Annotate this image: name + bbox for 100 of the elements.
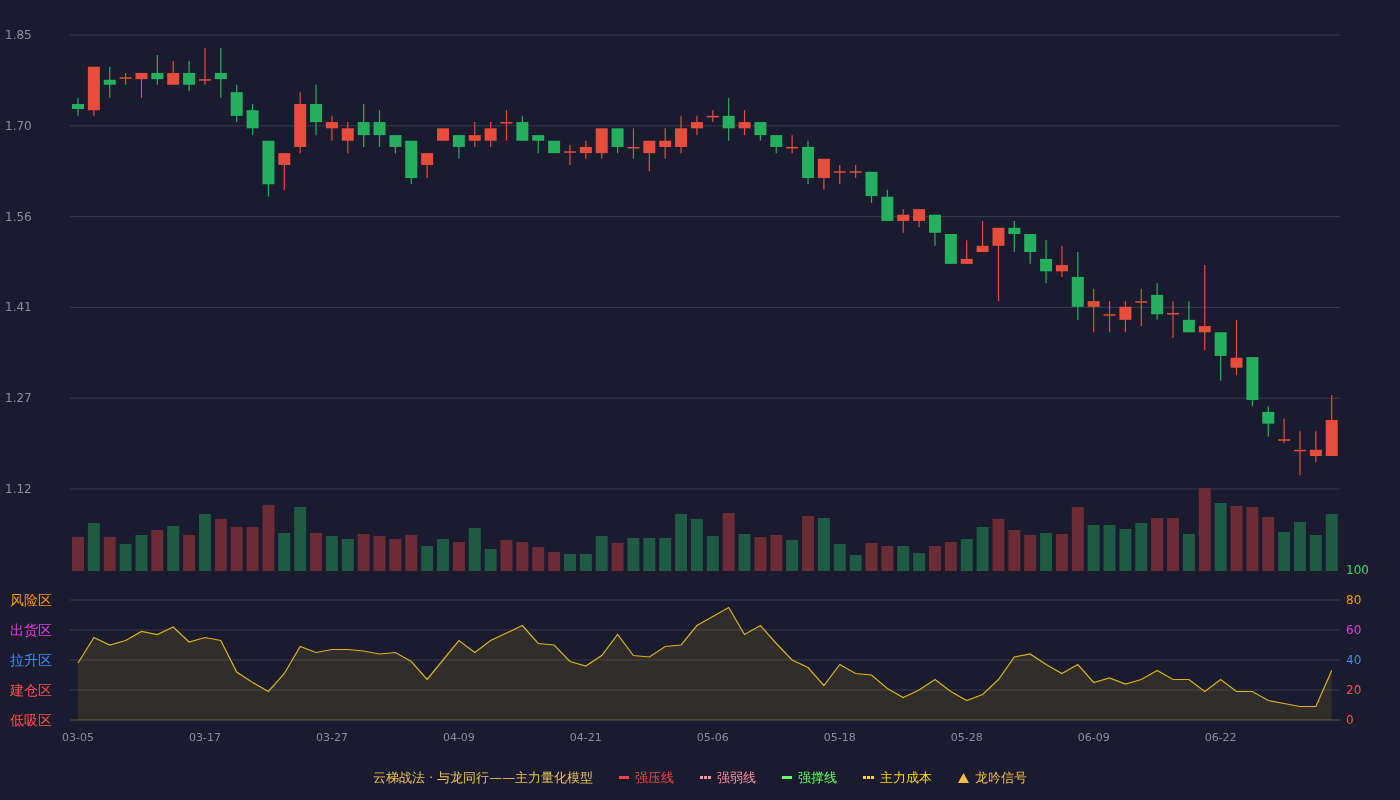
candlestick (929, 214, 941, 247)
candlestick (1294, 430, 1306, 476)
candlestick (183, 60, 196, 92)
volume-bar (357, 534, 370, 571)
volume-bar (103, 537, 116, 571)
volume-bar (643, 538, 656, 571)
candlestick (944, 233, 957, 265)
volume-bar (500, 540, 513, 571)
volume-bar (1167, 518, 1180, 571)
legend-label[interactable]: 强压线 (635, 768, 675, 787)
zone-label: 拉升区 (10, 652, 52, 668)
candlestick (341, 121, 354, 154)
volume-bar (1040, 533, 1053, 571)
volume-bar (944, 542, 957, 571)
candlestick (754, 121, 767, 142)
candlestick (1055, 245, 1068, 278)
volume-bar (659, 538, 672, 571)
axis-label: 05-18 (823, 731, 856, 744)
axis-label: 60 (1346, 623, 1362, 637)
volume-bar (627, 538, 640, 571)
legend-label[interactable]: 强撑线 (798, 768, 838, 787)
candlestick (849, 164, 862, 179)
volume-bar (579, 554, 592, 571)
candlestick (87, 66, 100, 117)
candlestick (389, 134, 402, 154)
candlestick (516, 115, 529, 142)
candlestick (643, 140, 656, 172)
candlestick (1246, 356, 1259, 407)
volume-bar (452, 542, 465, 571)
volume-bar (532, 547, 545, 571)
axis-label: 03-05 (62, 731, 94, 744)
volume-bar (421, 546, 434, 571)
legend-label[interactable]: 强弱线 (717, 768, 757, 787)
candlestick (897, 208, 910, 234)
zone-label: 风险区 (10, 592, 52, 608)
volume-bar (262, 505, 275, 571)
candlestick (1309, 430, 1322, 463)
volume-bar (976, 527, 989, 571)
candlestick (1278, 418, 1291, 444)
candlestick (659, 127, 672, 160)
volume-bar (992, 519, 1005, 571)
volume-bar (849, 555, 862, 571)
axis-label: 1.41 (5, 300, 32, 315)
legend-label[interactable]: 龙吟信号 (975, 768, 1028, 787)
volume-bar (1246, 507, 1259, 571)
volume-bar (897, 546, 910, 571)
candlestick (611, 127, 624, 154)
axis-label: 40 (1346, 653, 1362, 667)
volume-bar (802, 516, 814, 571)
volume-bar (294, 507, 307, 571)
candlestick (722, 97, 735, 142)
candlestick (1214, 331, 1227, 382)
volume-bar (1325, 514, 1338, 571)
candlestick (230, 84, 243, 123)
volume-bar (1182, 534, 1195, 571)
volume-bar (325, 536, 338, 571)
candlestick (135, 72, 148, 99)
volume-bar (675, 514, 688, 571)
volume-bar (595, 536, 608, 571)
candlestick (405, 140, 418, 185)
zone-label: 出货区 (10, 622, 52, 638)
volume-bar (278, 533, 291, 571)
candlestick (1135, 288, 1148, 327)
volume-bar (1103, 525, 1116, 571)
candlestick (214, 47, 227, 99)
volume-bar (373, 536, 386, 571)
legend-label[interactable]: 主力成本 (880, 768, 933, 787)
candlestick (437, 127, 449, 142)
candlestick (1119, 300, 1132, 333)
candlestick (881, 189, 894, 222)
candlestick (1024, 233, 1037, 265)
candlestick (1151, 282, 1164, 321)
volume-bar (611, 543, 624, 571)
volume-bar (1230, 506, 1243, 571)
volume-bar (833, 544, 846, 571)
candlestick (817, 158, 830, 191)
volume-bar (1278, 532, 1291, 571)
candlestick (246, 103, 259, 136)
candlestick (865, 171, 878, 204)
candlestick (1230, 319, 1243, 376)
volume-bar (770, 535, 783, 571)
candlestick (1262, 405, 1275, 438)
candlestick (706, 109, 719, 123)
volume-bar (214, 519, 227, 571)
axis-label: 06-09 (1077, 731, 1110, 744)
volume-bar (881, 546, 894, 571)
axis-label: 05-28 (950, 731, 983, 744)
volume-bar (929, 546, 941, 571)
volume-bar (1119, 529, 1132, 571)
volume-bar (1024, 535, 1037, 571)
axis-label: 06-22 (1204, 731, 1237, 744)
candlestick (913, 208, 926, 228)
volume-bar (548, 552, 561, 571)
axis-label: 1.56 (5, 209, 32, 224)
candlestick (1182, 300, 1195, 333)
candlestick (357, 103, 370, 148)
volume-bar (341, 539, 354, 571)
candlestick (167, 60, 180, 86)
candlestick (802, 140, 814, 185)
volume-bar (817, 518, 830, 571)
